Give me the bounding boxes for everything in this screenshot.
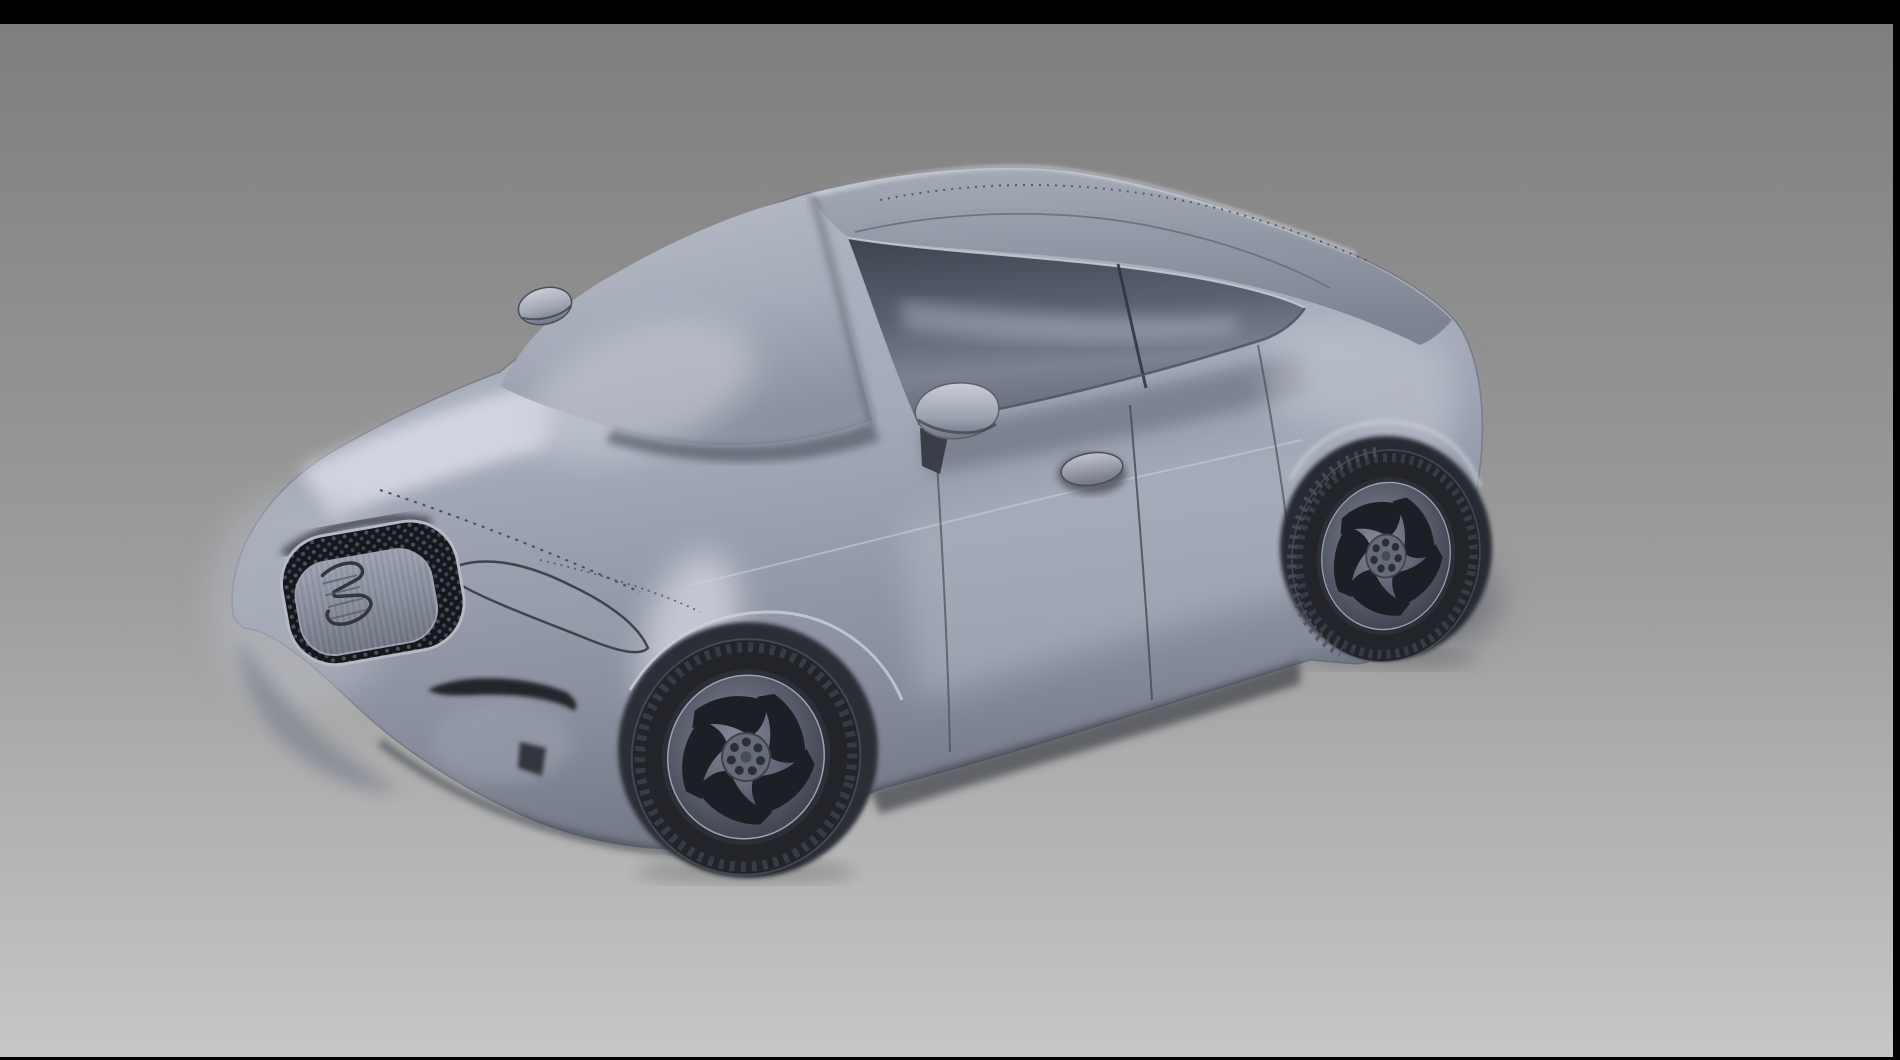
letterbox-top-bar xyxy=(0,0,1900,24)
letterbox-right-bar xyxy=(1893,24,1900,1060)
cad-viewport xyxy=(0,0,1900,1060)
application-window xyxy=(0,0,1900,1060)
intake-pocket xyxy=(432,702,572,782)
front-bumper-intake xyxy=(428,678,576,782)
